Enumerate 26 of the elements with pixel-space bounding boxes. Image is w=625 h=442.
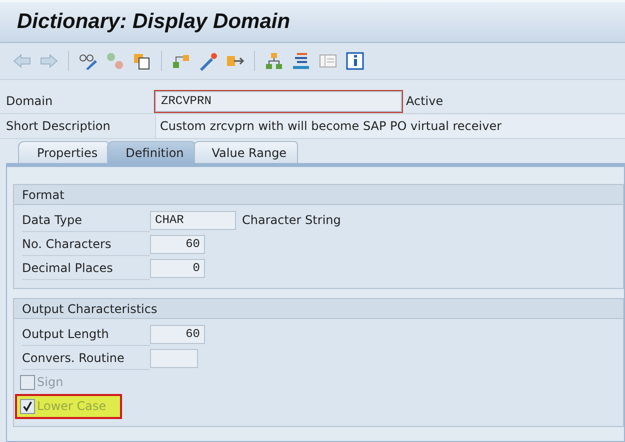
copy-icon[interactable] (132, 51, 152, 71)
input-field[interactable]: 60 (150, 324, 205, 344)
checkbox[interactable] (20, 398, 35, 414)
group-title: Output Characteristics (14, 299, 623, 319)
input-field[interactable]: CHAR (150, 210, 236, 230)
tree-icon[interactable] (264, 51, 284, 71)
field-label: Short Description (5, 119, 112, 133)
magic-wand-icon[interactable] (198, 51, 218, 71)
checkbox-label: Lower Case (37, 399, 106, 413)
stack-icon[interactable] (291, 51, 311, 71)
input-field[interactable] (150, 348, 198, 368)
input-field[interactable]: 60 (150, 234, 205, 254)
group-title: Format (14, 185, 623, 205)
input-field[interactable]: 0 (150, 258, 205, 278)
checkbox[interactable] (20, 374, 35, 390)
info-icon[interactable] (345, 51, 365, 71)
field-description: Character String (242, 213, 341, 227)
status-text: Active (406, 94, 444, 108)
checkbox-label: Sign (37, 375, 64, 389)
description-text: Custom zrcvprn with will become SAP PO virtual receiver (155, 114, 625, 138)
tab[interactable]: Value Range (192, 141, 298, 163)
window-title: Dictionary: Display Domain (17, 10, 290, 34)
tab[interactable]: Definition (106, 141, 195, 163)
domain-input[interactable]: ZRCVPRN (155, 90, 402, 112)
tab[interactable]: Properties (18, 141, 109, 163)
field-label: Domain (5, 94, 54, 108)
